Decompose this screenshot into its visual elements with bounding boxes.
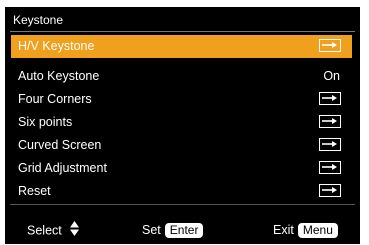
menu-item-label: Six points — [18, 115, 73, 129]
menu-item-curved-screen[interactable]: Curved Screen — [11, 134, 352, 157]
menu-title: Keystone — [13, 13, 64, 27]
menu-item-label: Grid Adjustment — [18, 161, 107, 175]
footer-divider — [10, 204, 355, 205]
menu-item-four-corners[interactable]: Four Corners — [11, 88, 352, 111]
menu-item-six-points[interactable]: Six points — [11, 111, 352, 134]
arrow-right-icon — [319, 39, 341, 52]
menu-item-auto-keystone[interactable]: Auto Keystone On — [11, 65, 352, 88]
menu-key[interactable]: Menu — [297, 223, 338, 238]
menu-item-grid-adjustment[interactable]: Grid Adjustment — [11, 157, 352, 180]
exit-hint: Exit Menu — [273, 221, 338, 239]
osd-footer: Select Set Enter Exit Menu — [5, 221, 360, 241]
menu-item-hv-keystone[interactable]: H/V Keystone — [11, 35, 352, 58]
keystone-osd-menu: Keystone H/V Keystone Auto Keystone On F… — [5, 7, 360, 244]
enter-key[interactable]: Enter — [164, 223, 204, 238]
set-hint: Set Enter — [142, 221, 204, 239]
select-hint: Select — [27, 221, 80, 241]
title-divider — [10, 31, 355, 32]
arrow-right-icon — [319, 115, 341, 128]
menu-item-reset[interactable]: Reset — [11, 180, 352, 203]
arrow-right-icon — [319, 184, 341, 197]
set-label: Set — [142, 223, 161, 237]
arrow-right-icon — [319, 161, 341, 174]
arrow-right-icon — [319, 92, 341, 105]
up-down-arrows-icon — [70, 221, 80, 241]
menu-item-label: Reset — [18, 184, 51, 198]
menu-item-label: H/V Keystone — [18, 39, 95, 53]
arrow-right-icon — [319, 138, 341, 151]
auto-keystone-value: On — [323, 69, 340, 83]
exit-label: Exit — [273, 223, 294, 237]
menu-item-label: Four Corners — [18, 92, 92, 106]
select-label: Select — [27, 223, 62, 238]
menu-item-label: Auto Keystone — [18, 69, 100, 83]
menu-item-label: Curved Screen — [18, 138, 102, 152]
